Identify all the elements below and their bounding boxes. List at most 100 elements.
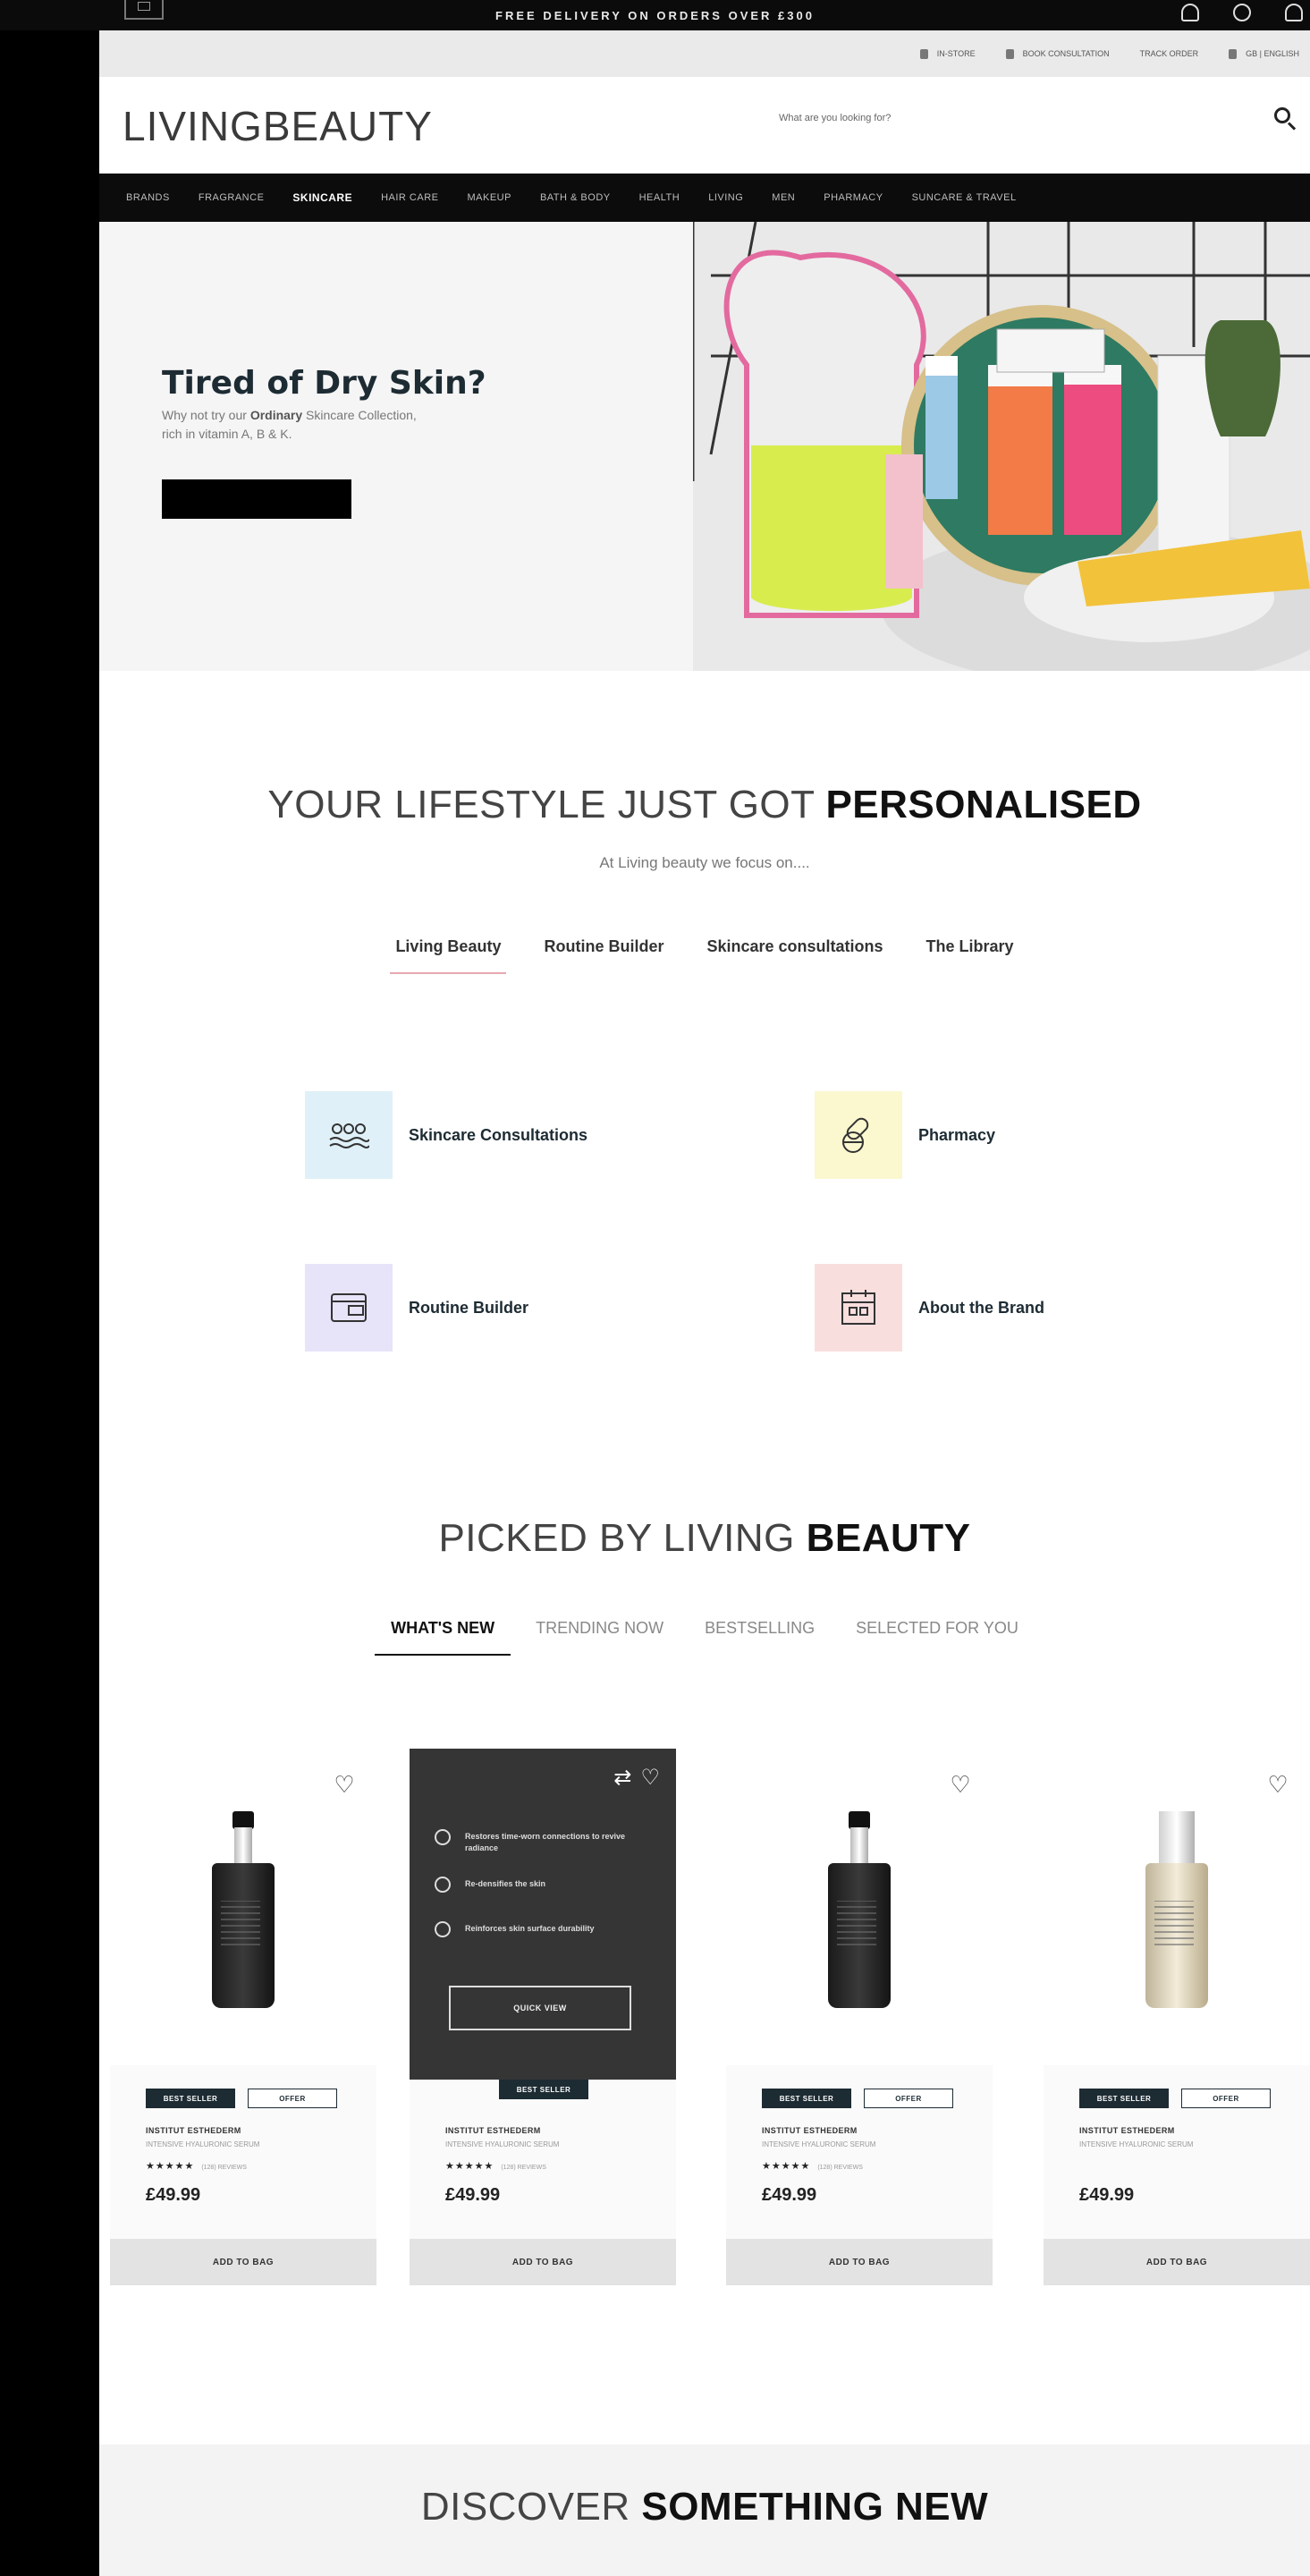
utility-label: TRACK ORDER [1139, 49, 1199, 58]
site-logo[interactable]: LIVINGBEAUTY [123, 102, 433, 150]
feature-pharmacy[interactable]: Pharmacy [815, 1091, 995, 1179]
nav-item-brands[interactable]: BRANDS [126, 192, 170, 203]
search-input[interactable]: What are you looking for? [779, 113, 1280, 136]
utility-item-instore[interactable]: IN-STORE [919, 48, 976, 59]
serum-bottle-image [212, 1811, 275, 2008]
heart-icon[interactable]: ♡ [640, 1765, 660, 1791]
utility-label: GB | ENGLISH [1246, 49, 1299, 58]
add-to-bag-button[interactable]: ADD TO BAG [110, 2239, 376, 2285]
quick-view-button[interactable]: QUICK VIEW [449, 1986, 631, 2030]
product-brand: INSTITUT ESTHEDERM [146, 2126, 241, 2135]
add-to-bag-button[interactable]: ADD TO BAG [1044, 2239, 1310, 2285]
product-card[interactable]: ♡ BEST SELLER OFFER INSTITUT ESTHEDERM I… [726, 1749, 993, 2285]
feature-skincare-consultations[interactable]: Skincare Consultations [305, 1091, 587, 1179]
tab-routine-builder[interactable]: Routine Builder [544, 937, 663, 967]
personalised-tabs: Living Beauty Routine Builder Skincare c… [99, 937, 1310, 974]
nav-item-makeup[interactable]: MAKEUP [467, 192, 511, 203]
best-seller-badge: BEST SELLER [499, 2080, 588, 2099]
benefit-item: Reinforces skin surface durability [435, 1921, 649, 1937]
nav-item-fragrance[interactable]: FRAGRANCE [199, 192, 265, 203]
feature-routine-builder[interactable]: Routine Builder [305, 1264, 528, 1352]
promo-text: FREE DELIVERY ON ORDERS OVER £300 [495, 8, 815, 22]
product-description: INTENSIVE HYALURONIC SERUM [1079, 2140, 1194, 2148]
hero-cta-button[interactable] [162, 479, 351, 519]
product-image: ♡ [1044, 1749, 1310, 2065]
add-to-bag-button[interactable]: ADD TO BAG [410, 2239, 676, 2285]
personalised-title: YOUR LIFESTYLE JUST GOT PERSONALISED [267, 783, 1142, 826]
best-seller-badge: BEST SELLER [762, 2089, 851, 2108]
quick-view-overlay: ⇄ ♡ Restores time-worn connections to re… [410, 1749, 676, 2080]
utility-item-track[interactable]: TRACK ORDER [1140, 49, 1199, 58]
best-seller-badge: BEST SELLER [1079, 2089, 1169, 2108]
nav-item-hair-care[interactable]: HAIR CARE [381, 192, 438, 203]
tab-trending-now[interactable]: TRENDING NOW [536, 1619, 663, 1648]
tab-living-beauty[interactable]: Living Beauty [390, 937, 507, 974]
bag-icon[interactable] [1285, 4, 1303, 21]
product-card[interactable]: ⇄ ♡ Restores time-worn connections to re… [410, 1749, 676, 2285]
nav-item-men[interactable]: MEN [772, 192, 795, 203]
page: FREE DELIVERY ON ORDERS OVER £300 IN-STO… [0, 0, 1310, 2576]
pin-icon [919, 48, 928, 59]
site: IN-STORE BOOK CONSULTATION TRACK ORDER G… [99, 0, 1310, 2576]
tab-bestselling[interactable]: BESTSELLING [705, 1619, 815, 1648]
hero-banner: Tired of Dry Skin? Why not try our Ordin… [99, 222, 1310, 671]
add-to-bag-button[interactable]: ADD TO BAG [726, 2239, 993, 2285]
nav-item-skincare[interactable]: SKINCARE [292, 191, 352, 204]
feature-label: Routine Builder [409, 1298, 528, 1317]
utility-item-consult[interactable]: BOOK CONSULTATION [1005, 48, 1110, 59]
product-price: £49.99 [762, 2185, 817, 2205]
product-price: £49.99 [445, 2185, 501, 2205]
discover-title: DISCOVER SOMETHING NEW [420, 2485, 989, 2529]
personalised-subtitle: At Living beauty we focus on.... [599, 854, 810, 871]
radio-icon [435, 1921, 451, 1937]
serum-bottle-image [828, 1811, 891, 2008]
tab-skincare-consultations[interactable]: Skincare consultations [706, 937, 883, 967]
routine-icon [305, 1264, 393, 1352]
search-icon[interactable] [1272, 106, 1297, 131]
offer-badge: OFFER [1181, 2089, 1271, 2108]
nav-item-living[interactable]: LIVING [708, 192, 743, 203]
compare-icon[interactable]: ⇄ [613, 1765, 631, 1791]
radio-icon [435, 1877, 451, 1893]
feature-about-the-brand[interactable]: About the Brand [815, 1264, 1044, 1352]
product-price: £49.99 [1079, 2185, 1135, 2205]
calendar-icon [1005, 48, 1014, 59]
heart-icon[interactable]: ♡ [1265, 1772, 1290, 1797]
product-brand: INSTITUT ESTHEDERM [445, 2126, 541, 2135]
pills-icon [815, 1091, 902, 1179]
nav-item-suncare-travel[interactable]: SUNCARE & TRAVEL [912, 192, 1017, 203]
product-description: INTENSIVE HYALURONIC SERUM [445, 2140, 560, 2148]
nav-item-health[interactable]: HEALTH [639, 192, 680, 203]
consultation-icon [305, 1091, 393, 1179]
benefit-item: Re-densifies the skin [435, 1877, 649, 1893]
feature-label: Skincare Consultations [409, 1125, 588, 1144]
product-badges: BEST SELLER [499, 2080, 588, 2099]
heart-icon[interactable]: ♡ [948, 1772, 973, 1797]
hero-title: Tired of Dry Skin? [162, 365, 486, 402]
product-image: ♡ [110, 1749, 376, 2065]
tab-selected-for-you[interactable]: SELECTED FOR YOU [856, 1619, 1018, 1648]
product-description: INTENSIVE HYALURONIC SERUM [146, 2140, 260, 2148]
serum-bottle-image [1145, 1811, 1208, 2008]
wishlist-icon[interactable] [1233, 4, 1251, 21]
product-card[interactable]: ♡ BEST SELLER OFFER INSTITUT ESTHEDERM I… [110, 1749, 376, 2285]
radio-icon [435, 1829, 451, 1845]
main-nav: BRANDS FRAGRANCE SKINCARE HAIR CARE MAKE… [99, 174, 1310, 222]
product-description: INTENSIVE HYALURONIC SERUM [762, 2140, 876, 2148]
product-card[interactable]: ♡ BEST SELLER OFFER INSTITUT ESTHEDERM I… [1044, 1749, 1310, 2285]
product-brand: INSTITUT ESTHEDERM [762, 2126, 858, 2135]
tab-whats-new[interactable]: WHAT'S NEW [375, 1619, 511, 1656]
account-icon[interactable] [1181, 4, 1199, 21]
utility-item-locale[interactable]: GB | ENGLISH [1229, 48, 1299, 59]
header: LIVINGBEAUTY What are you looking for? [99, 77, 1310, 174]
utility-label: IN-STORE [936, 49, 976, 58]
tab-the-library[interactable]: The Library [926, 937, 1014, 967]
product-rating: ★★★★★ (128) REVIEWS [762, 2161, 863, 2172]
nav-item-bath-body[interactable]: BATH & BODY [540, 192, 611, 203]
offer-badge: OFFER [248, 2089, 337, 2108]
heart-icon[interactable]: ♡ [332, 1772, 357, 1797]
picked-tabs: WHAT'S NEW TRENDING NOW BESTSELLING SELE… [99, 1619, 1310, 1656]
nav-item-pharmacy[interactable]: PHARMACY [824, 192, 883, 203]
hero-subtitle: Why not try our Ordinary Skincare Collec… [162, 408, 417, 441]
store-icon[interactable] [124, 0, 164, 20]
